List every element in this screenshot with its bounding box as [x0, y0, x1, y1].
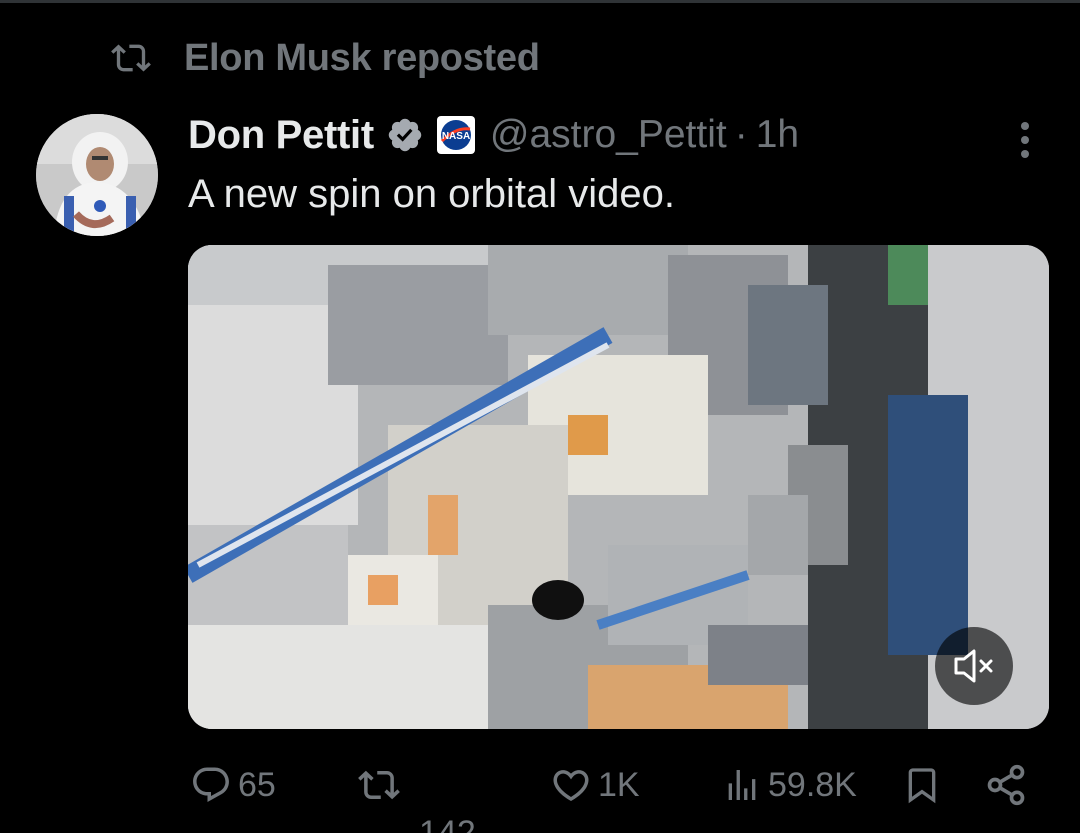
reply-icon	[193, 767, 229, 802]
share-button[interactable]	[984, 755, 1028, 815]
repost-button[interactable]	[356, 755, 402, 815]
reply-button[interactable]: 65	[190, 755, 276, 815]
more-options-button[interactable]	[1010, 118, 1040, 162]
video-player[interactable]	[188, 245, 1049, 729]
separator-dot: ·	[734, 113, 748, 156]
repost-icon	[108, 38, 154, 78]
author-display-name[interactable]: Don Pettit	[188, 113, 374, 158]
like-button[interactable]: 1K	[550, 755, 640, 815]
divider	[0, 0, 1080, 3]
repost-banner-text: Elon Musk reposted	[184, 36, 540, 79]
share-icon	[987, 764, 1025, 806]
video-frame	[188, 245, 1049, 729]
heart-icon	[553, 770, 589, 802]
action-bar: 65 1K 59.8K	[0, 755, 1080, 815]
like-count: 1K	[598, 765, 640, 804]
tweet-screen: Elon Musk reposted Don Pettit NASA @astr…	[0, 0, 1080, 833]
speaker-muted-icon	[954, 649, 993, 683]
avatar[interactable]	[36, 114, 158, 236]
mute-toggle-button[interactable]	[935, 627, 1013, 705]
tweet-text: A new spin on orbital video.	[188, 172, 675, 216]
repost-icon	[358, 770, 400, 800]
timestamp[interactable]: 1h	[756, 113, 799, 157]
bookmark-icon	[908, 768, 936, 804]
tweet-header: Don Pettit NASA @astro_Pettit · 1h	[188, 108, 799, 162]
verified-badge-icon[interactable]	[386, 116, 424, 154]
author-handle[interactable]: @astro_Pettit	[490, 113, 727, 157]
repost-count: 142	[419, 814, 476, 833]
more-vertical-icon	[1021, 122, 1029, 158]
views-button[interactable]: 59.8K	[722, 755, 857, 815]
bookmark-button[interactable]	[902, 755, 942, 815]
svg-text:NASA: NASA	[442, 131, 470, 142]
nasa-logo-icon[interactable]: NASA	[436, 115, 476, 155]
analytics-icon	[728, 770, 756, 800]
repost-banner[interactable]: Elon Musk reposted	[108, 34, 540, 82]
reply-count: 65	[238, 765, 276, 804]
view-count: 59.8K	[768, 765, 857, 804]
